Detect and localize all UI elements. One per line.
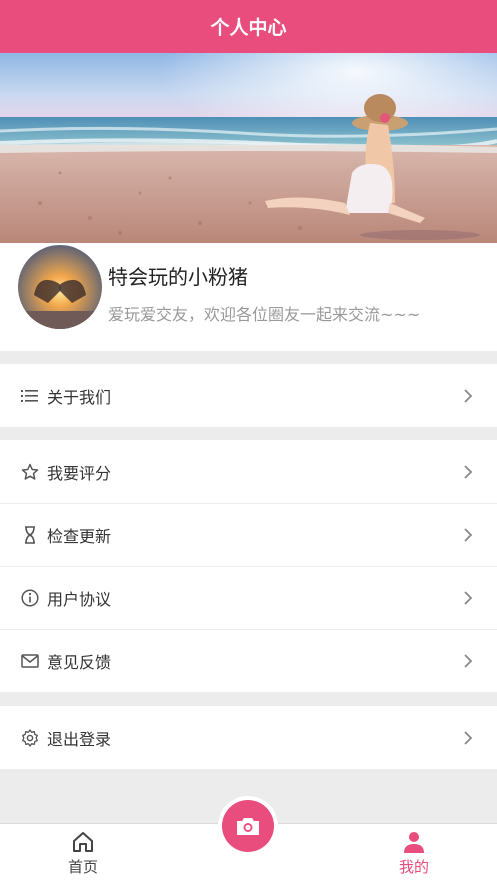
menu-group-main: 我要评分 检查更新 用户协议 意见反馈 xyxy=(0,440,497,692)
info-icon xyxy=(20,589,39,608)
nickname: 特会玩的小粉猪 xyxy=(108,265,248,289)
avatar[interactable] xyxy=(18,245,102,329)
menu-group-about: 关于我们 xyxy=(0,364,497,427)
menu-group-logout: 退出登录 xyxy=(0,706,497,769)
menu-item-user-agreement[interactable]: 用户协议 xyxy=(0,566,497,629)
home-icon xyxy=(73,832,93,852)
hourglass-icon xyxy=(20,526,39,545)
menu-item-feedback[interactable]: 意见反馈 xyxy=(0,629,497,692)
bio: 爱玩爱交友，欢迎各位圈友一起来交流~~~ xyxy=(108,305,421,324)
menu-item-label: 关于我们 xyxy=(47,387,112,407)
list-icon xyxy=(20,386,39,405)
menu-item-rate[interactable]: 我要评分 xyxy=(0,440,497,503)
menu-item-logout[interactable]: 退出登录 xyxy=(0,706,497,769)
chevron-right-icon xyxy=(464,388,473,403)
gear-icon xyxy=(20,728,39,747)
menu-item-label: 用户协议 xyxy=(47,590,112,609)
camera-button[interactable] xyxy=(218,796,278,856)
tab-home[interactable]: 首页 xyxy=(43,830,123,877)
chevron-right-icon xyxy=(464,591,473,605)
menu-item-label: 退出登录 xyxy=(47,729,112,749)
chevron-right-icon xyxy=(464,464,473,479)
tab-mine-label: 我的 xyxy=(398,858,429,876)
profile-card: 特会玩的小粉猪 爱玩爱交友，欢迎各位圈友一起来交流~~~ xyxy=(0,243,497,351)
menu-item-label: 意见反馈 xyxy=(47,653,112,672)
chevron-right-icon xyxy=(464,730,473,745)
chevron-right-icon xyxy=(464,654,473,668)
user-icon xyxy=(404,832,424,853)
camera-icon xyxy=(237,818,259,835)
menu-item-label: 检查更新 xyxy=(47,527,112,546)
star-icon xyxy=(20,462,39,481)
chevron-right-icon xyxy=(464,528,473,542)
page-title: 个人中心 xyxy=(210,17,287,39)
menu-item-about[interactable]: 关于我们 xyxy=(0,364,497,427)
mail-icon xyxy=(20,652,39,671)
tab-mine[interactable]: 我的 xyxy=(374,830,454,877)
camera-button-inner xyxy=(222,800,274,852)
tab-home-label: 首页 xyxy=(67,858,98,876)
page-header: 个人中心 xyxy=(0,0,497,53)
profile-banner-image xyxy=(0,53,497,243)
menu-item-label: 我要评分 xyxy=(47,463,112,483)
menu-item-check-update[interactable]: 检查更新 xyxy=(0,503,497,566)
